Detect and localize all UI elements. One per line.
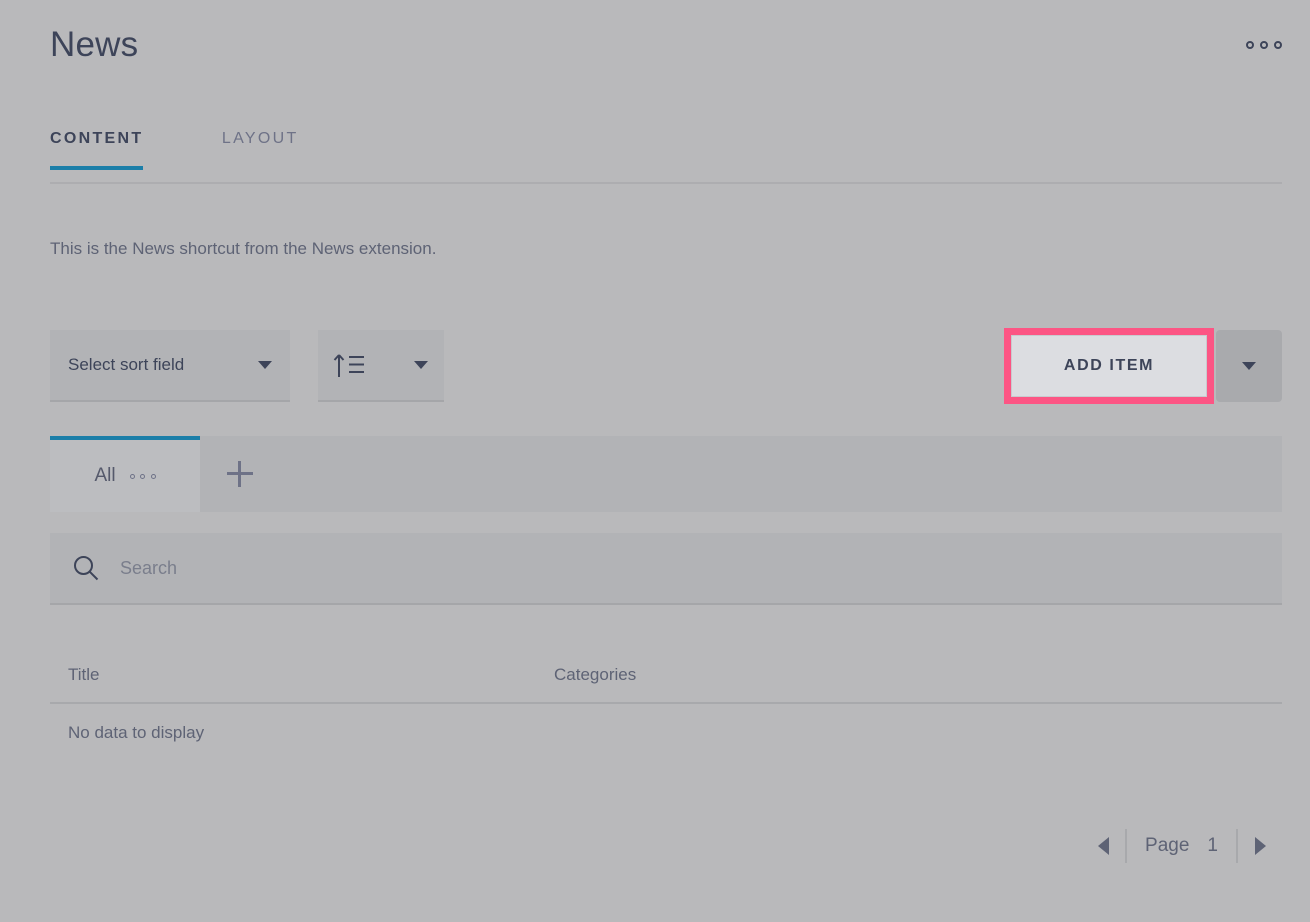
- main-tabs: CONTENT LAYOUT: [50, 130, 1282, 184]
- page-description: This is the News shortcut from the News …: [50, 238, 436, 260]
- triangle-right-icon: [1255, 837, 1266, 855]
- add-item-dropdown-button[interactable]: [1216, 330, 1282, 402]
- three-dots-icon: [1246, 41, 1254, 49]
- page-title: News: [50, 22, 1282, 68]
- triangle-left-icon: [1098, 837, 1109, 855]
- page-label-group: Page 1: [1127, 835, 1236, 857]
- sort-direction-select[interactable]: [318, 330, 444, 402]
- search-bar[interactable]: [50, 533, 1282, 605]
- list-tab-bar: All: [50, 436, 1282, 512]
- page-label: Page: [1145, 835, 1189, 857]
- list-tab-all-menu-button[interactable]: [130, 468, 156, 484]
- add-item-highlight-frame: ADD ITEM: [1004, 328, 1214, 404]
- column-header-categories[interactable]: Categories: [554, 665, 1282, 685]
- tab-layout[interactable]: LAYOUT: [222, 130, 299, 168]
- column-header-title[interactable]: Title: [50, 665, 554, 685]
- three-dots-icon: [1260, 41, 1268, 49]
- three-dots-icon: [140, 474, 145, 479]
- chevron-down-icon: [1242, 362, 1256, 370]
- page-root: News CONTENT LAYOUT This is the News sho…: [0, 0, 1310, 922]
- table-header-row: Title Categories: [50, 648, 1282, 704]
- three-dots-icon: [1274, 41, 1282, 49]
- add-item-button[interactable]: ADD ITEM: [1011, 335, 1207, 397]
- sort-field-select[interactable]: Select sort field: [50, 330, 290, 402]
- header-overflow-menu-button[interactable]: [1246, 34, 1282, 56]
- next-page-button[interactable]: [1238, 820, 1282, 872]
- table-empty-message: No data to display: [50, 704, 1282, 762]
- list-tab-all[interactable]: All: [50, 436, 200, 512]
- page-number[interactable]: 1: [1207, 835, 1218, 857]
- three-dots-icon: [151, 474, 156, 479]
- chevron-down-icon: [258, 361, 272, 369]
- add-list-tab-button[interactable]: [200, 436, 280, 512]
- sort-ascending-icon: [332, 350, 366, 380]
- list-tab-all-label: All: [94, 465, 115, 487]
- plus-icon: [227, 461, 253, 487]
- page-header: News: [50, 22, 1282, 72]
- pagination: Page 1: [1081, 820, 1282, 872]
- previous-page-button[interactable]: [1081, 820, 1125, 872]
- list-toolbar: Select sort field ADD ITEM: [50, 330, 1282, 402]
- chevron-down-icon: [414, 361, 428, 369]
- sort-field-value: Select sort field: [68, 355, 258, 375]
- three-dots-icon: [130, 474, 135, 479]
- tab-content[interactable]: CONTENT: [50, 130, 143, 168]
- search-input[interactable]: [120, 558, 1282, 579]
- items-table: Title Categories No data to display: [50, 648, 1282, 762]
- search-icon: [72, 554, 100, 582]
- add-item-group: ADD ITEM: [1004, 330, 1282, 402]
